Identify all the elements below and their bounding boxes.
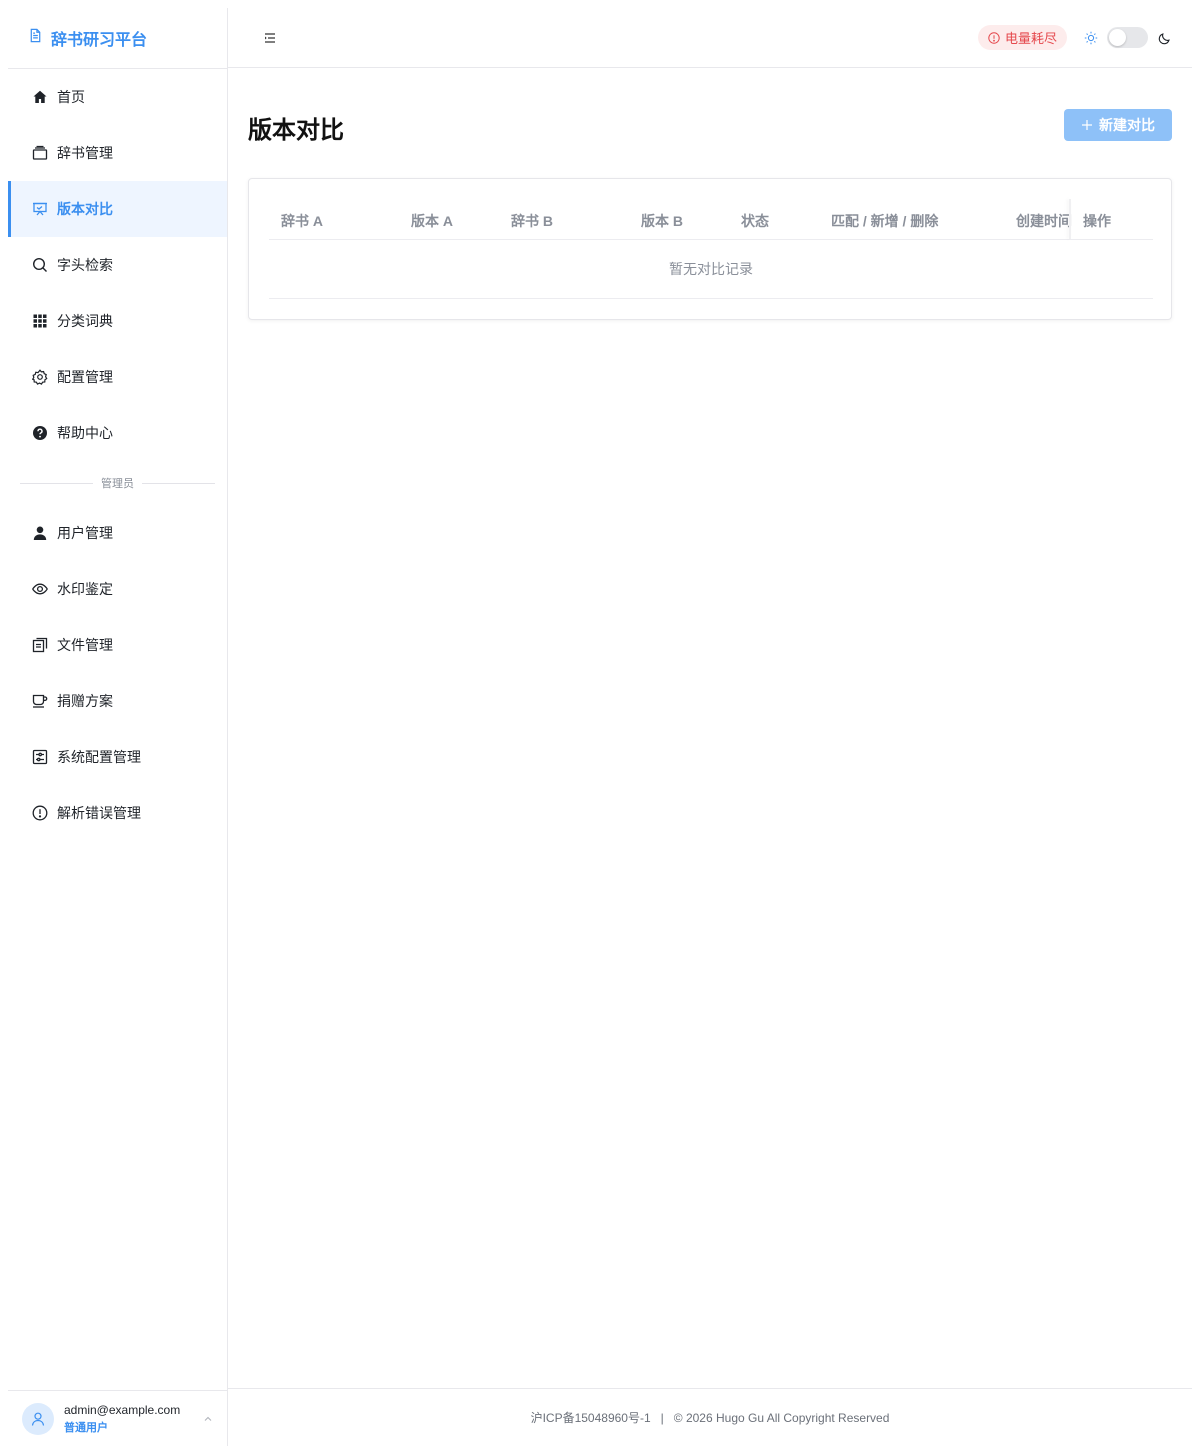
cup-icon (32, 693, 48, 709)
sidebar-item-users[interactable]: 用户管理 (8, 505, 227, 561)
document-icon (28, 28, 43, 48)
sidebar-item-label: 帮助中心 (57, 425, 113, 441)
footer-separator: | (660, 1410, 664, 1425)
user-avatar-icon (31, 1412, 45, 1426)
settings-panel-icon (32, 749, 48, 765)
sidebar-item-label: 用户管理 (57, 525, 113, 541)
sidebar-item-label: 分类词典 (57, 313, 113, 329)
user-role: 普通用户 (64, 1421, 108, 1434)
column-header-actions: 操作 (1083, 213, 1111, 229)
icp-link[interactable]: 沪ICP备15048960号-1 (531, 1409, 651, 1426)
sidebar-item-label: 水印鉴定 (57, 581, 113, 597)
sidebar-item-label: 文件管理 (57, 637, 113, 653)
help-icon (32, 425, 48, 441)
main-content: 版本对比 新建对比 辞书 A 版本 A 辞书 B 版本 B 状态 匹配 / 新增… (228, 68, 1192, 1388)
sidebar-item-label: 系统配置管理 (57, 749, 141, 765)
sidebar: 辞书研习平台 首页 辞书管理 版本对比 字头检索 分类词典 配置管理 帮助中心 … (8, 8, 228, 1446)
divider-line (142, 482, 215, 484)
user-icon (32, 525, 48, 541)
user-email: admin@example.com (64, 1402, 181, 1417)
new-compare-button[interactable]: 新建对比 (1064, 109, 1172, 141)
footer: 沪ICP备15048960号-1 | © 2026 Hugo Gu All Co… (228, 1388, 1192, 1446)
table-header: 辞书 A 版本 A 辞书 B 版本 B 状态 匹配 / 新增 / 删除 创建时间… (269, 199, 1153, 240)
table-empty-state: 暂无对比记录 (269, 240, 1153, 299)
sidebar-item-label: 解析错误管理 (57, 805, 141, 821)
sidebar-item-label: 配置管理 (57, 369, 113, 385)
column-header-created-time: 创建时间 (1016, 213, 1072, 229)
sidebar-item-watermark[interactable]: 水印鉴定 (8, 561, 227, 617)
column-header-version-b: 版本 B (641, 213, 683, 229)
battery-status-badge: 电量耗尽 (978, 25, 1068, 50)
sidebar-item-files[interactable]: 文件管理 (8, 617, 227, 673)
sidebar-item-label: 辞书管理 (57, 145, 113, 161)
column-header-dict-a: 辞书 A (281, 213, 323, 229)
alert-circle-icon (32, 805, 48, 821)
copyright-text: © 2026 Hugo Gu All Copyright Reserved (673, 1410, 890, 1425)
sidebar-item-parse-errors[interactable]: 解析错误管理 (8, 785, 227, 841)
column-header-diff-counts: 匹配 / 新增 / 删除 (831, 213, 939, 229)
home-icon (32, 89, 48, 105)
grid-icon (32, 313, 48, 329)
gear-icon (32, 369, 48, 385)
sidebar-item-version-compare[interactable]: 版本对比 (8, 181, 227, 237)
sidebar-item-label: 首页 (57, 89, 85, 105)
user-info: admin@example.com 普通用户 (64, 1403, 180, 1435)
sun-icon (1084, 31, 1098, 45)
app-title: 辞书研习平台 (51, 32, 148, 49)
admin-nav: 用户管理 水印鉴定 文件管理 捐赠方案 系统配置管理 解析错误管理 (8, 505, 227, 841)
page-title: 版本对比 (248, 117, 344, 144)
menu-fold-icon[interactable] (262, 30, 278, 46)
top-header: 电量耗尽 (228, 8, 1192, 68)
sidebar-item-label: 捐赠方案 (57, 693, 113, 709)
sidebar-item-dictionaries[interactable]: 辞书管理 (8, 125, 227, 181)
files-icon (32, 637, 48, 653)
sidebar-item-label: 版本对比 (57, 201, 113, 217)
divider-line (20, 482, 93, 484)
eye-icon (32, 581, 48, 597)
column-header-version-a: 版本 A (411, 213, 453, 229)
fixed-column-shadow (1069, 199, 1071, 239)
compare-table-card: 辞书 A 版本 A 辞书 B 版本 B 状态 匹配 / 新增 / 删除 创建时间… (248, 178, 1172, 320)
brand[interactable]: 辞书研习平台 (8, 8, 227, 69)
plus-icon (1082, 120, 1092, 130)
search-icon (32, 257, 48, 273)
moon-icon (1158, 33, 1170, 45)
presentation-icon (32, 201, 48, 217)
sidebar-item-category-dictionary[interactable]: 分类词典 (8, 293, 227, 349)
column-header-dict-b: 辞书 B (511, 213, 553, 229)
admin-divider: 管理员 (20, 471, 215, 495)
sidebar-item-help[interactable]: 帮助中心 (8, 405, 227, 461)
theme-toggle[interactable] (1107, 27, 1148, 48)
new-compare-label: 新建对比 (1099, 117, 1155, 133)
user-menu[interactable]: admin@example.com 普通用户 (8, 1390, 228, 1446)
avatar (22, 1402, 54, 1435)
sidebar-item-headword-search[interactable]: 字头检索 (8, 237, 227, 293)
battery-label: 电量耗尽 (1005, 31, 1058, 46)
sidebar-item-home[interactable]: 首页 (8, 69, 227, 125)
sidebar-item-system-config[interactable]: 系统配置管理 (8, 729, 227, 785)
warning-circle-icon (988, 31, 1000, 44)
theme-toggle-knob (1109, 29, 1126, 46)
sidebar-item-config[interactable]: 配置管理 (8, 349, 227, 405)
chevron-up-icon[interactable] (202, 1413, 214, 1425)
main-nav: 首页 辞书管理 版本对比 字头检索 分类词典 配置管理 帮助中心 (8, 69, 227, 461)
admin-divider-label: 管理员 (101, 478, 134, 490)
column-header-status: 状态 (741, 213, 769, 229)
sidebar-item-donation[interactable]: 捐赠方案 (8, 673, 227, 729)
box-icon (32, 145, 48, 161)
sidebar-item-label: 字头检索 (57, 257, 113, 273)
